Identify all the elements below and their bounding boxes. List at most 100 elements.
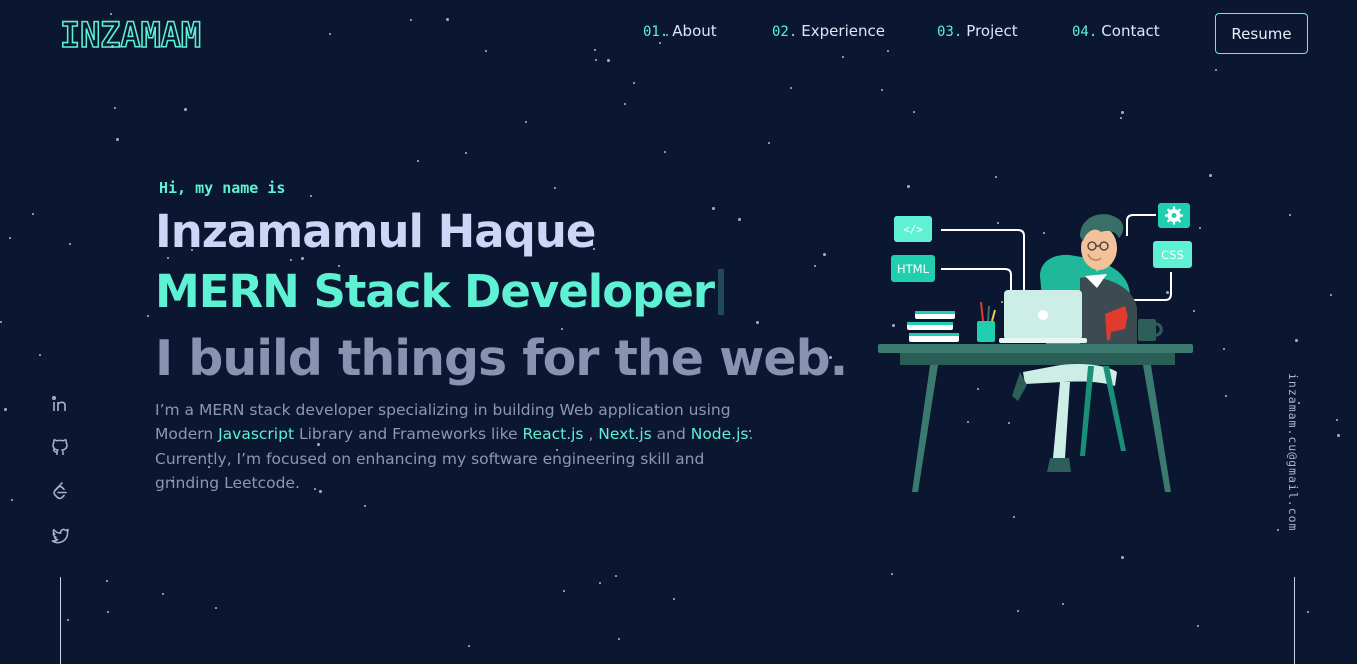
star [1225, 395, 1227, 397]
star [310, 195, 312, 197]
hero-name: Inzamamul Haque [155, 205, 596, 258]
highlight-nextjs: Next.js [598, 425, 652, 444]
star [1209, 174, 1212, 177]
greeting-text: Hi, my name is [159, 179, 286, 197]
highlight-javascript: Javascript [218, 425, 295, 444]
star [1121, 111, 1124, 114]
star [39, 354, 41, 356]
star [417, 160, 419, 162]
star [465, 152, 467, 154]
star [618, 638, 620, 640]
star [525, 121, 527, 123]
star [995, 176, 997, 178]
star [887, 50, 889, 52]
star [69, 243, 71, 245]
star [162, 593, 164, 595]
star [1121, 556, 1124, 559]
nav-number: 03. [937, 24, 963, 40]
star [9, 237, 11, 239]
star [664, 151, 666, 153]
typing-cursor [718, 269, 725, 315]
star [1336, 419, 1338, 421]
star [673, 598, 675, 600]
star [712, 207, 715, 210]
social-divider-line [60, 577, 61, 664]
star [485, 50, 487, 52]
nav-number: 04. [1072, 24, 1098, 40]
nav-label: Contact [1101, 22, 1160, 40]
developer-illustration: </> HTML CSS [878, 203, 1193, 492]
star [1017, 610, 1019, 612]
star [364, 505, 366, 507]
star [1120, 117, 1122, 119]
star [738, 218, 741, 221]
star [32, 213, 34, 215]
code-tag-badge: </> [894, 216, 932, 242]
highlight-reactjs: React.js [522, 425, 584, 444]
star [184, 108, 187, 111]
star [881, 89, 883, 91]
desc-text: Library and Frameworks like [294, 425, 523, 444]
nav-item-project[interactable]: 03. Project [937, 22, 1018, 40]
pen-cup [977, 321, 995, 342]
nav-item-contact[interactable]: 04. Contact [1072, 22, 1160, 40]
star [1062, 603, 1064, 605]
star [1330, 294, 1332, 296]
star [11, 499, 13, 501]
star [768, 142, 770, 144]
star [842, 56, 844, 58]
star [624, 103, 626, 105]
desc-text: , [583, 425, 599, 444]
email-link[interactable]: inzamam.cu@gmail.com [1286, 373, 1300, 531]
star [554, 187, 556, 189]
star [1197, 625, 1199, 627]
star [563, 590, 565, 592]
nav-label: About [672, 22, 717, 40]
star [1295, 339, 1298, 342]
star [4, 408, 7, 411]
star [1013, 516, 1015, 518]
top-nav: 01. About 02. Experience 03. Project 04. Con… [0, 18, 1357, 48]
star [790, 87, 792, 89]
leetcode-icon[interactable] [46, 477, 74, 505]
star [1289, 214, 1291, 216]
hero-role: MERN Stack Developer [155, 265, 725, 318]
star [599, 582, 601, 584]
star [107, 611, 109, 613]
css-tag-text: CSS [1161, 248, 1184, 262]
star [1277, 529, 1279, 531]
star [67, 619, 69, 621]
role-text: MERN Stack Developer [155, 265, 715, 318]
resume-button[interactable]: Resume [1215, 13, 1308, 54]
star [823, 253, 826, 256]
github-icon[interactable] [46, 433, 74, 461]
star [814, 265, 816, 267]
nav-item-experience[interactable]: 02. Experience [772, 22, 885, 40]
desc-text: and [651, 425, 691, 444]
star [106, 580, 108, 582]
star [595, 59, 597, 61]
star [891, 573, 893, 575]
nav-number: 02. [772, 24, 798, 40]
code-tag-text: </> [903, 223, 923, 236]
books-stack [907, 311, 959, 342]
star [594, 49, 596, 51]
star [290, 259, 292, 261]
html-tag-text: HTML [897, 262, 930, 276]
nav-label: Experience [801, 22, 885, 40]
highlight-nodejs: Node.js [690, 425, 749, 444]
linkedin-icon[interactable] [46, 390, 74, 418]
star [1337, 434, 1340, 437]
nav-number: 01. [643, 24, 669, 40]
laptop [999, 290, 1087, 343]
page: INZAMAM 01. About 02. Experience 03. Projec… [0, 0, 1357, 664]
star [756, 321, 759, 324]
html-tag-badge: HTML [891, 255, 935, 282]
gear-badge [1158, 203, 1190, 228]
nav-label: Project [966, 22, 1018, 40]
star [1307, 611, 1309, 613]
twitter-icon[interactable] [46, 521, 74, 549]
email-divider-line [1294, 577, 1295, 664]
star [633, 82, 635, 84]
nav-item-about[interactable]: 01. About [643, 22, 717, 40]
